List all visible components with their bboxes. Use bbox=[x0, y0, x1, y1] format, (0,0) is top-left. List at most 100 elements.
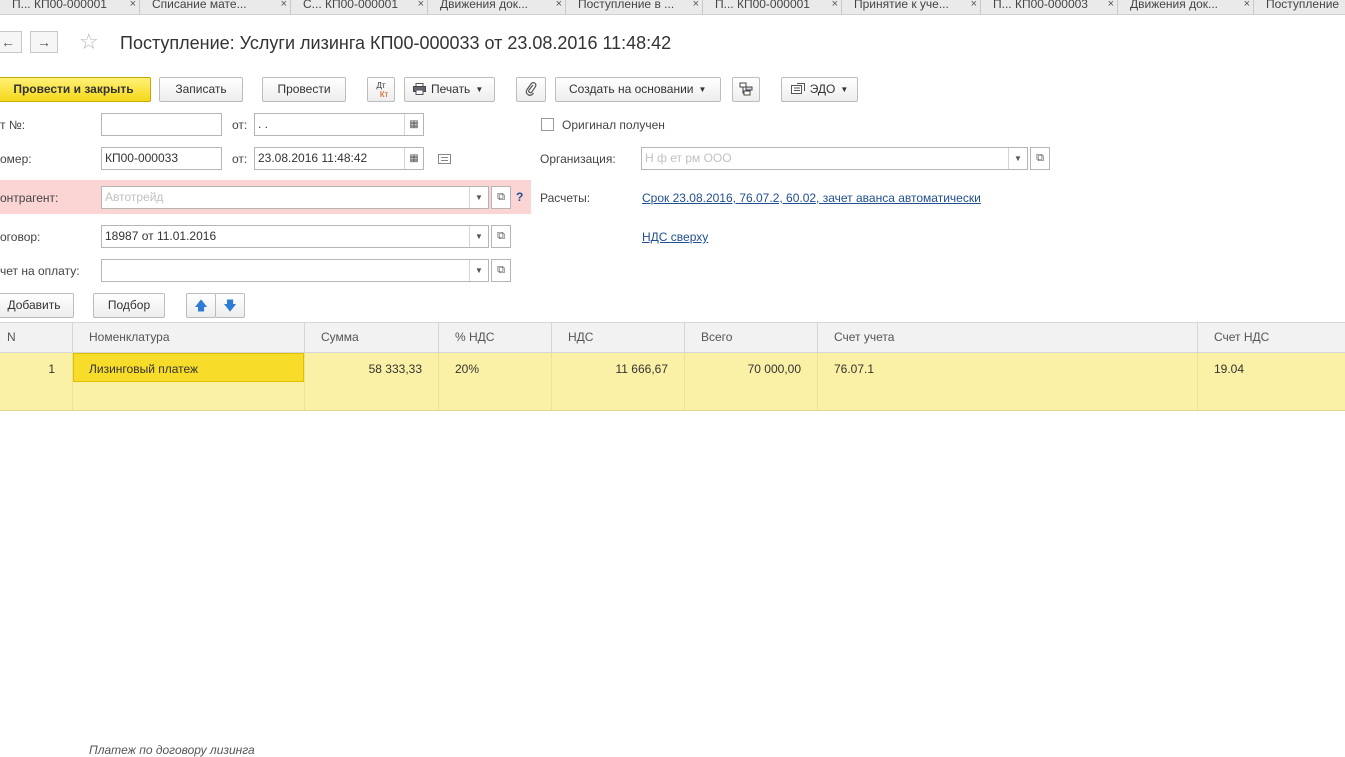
chevron-down-icon[interactable]: ▼ bbox=[469, 260, 488, 281]
move-up-button[interactable]: 🡅 bbox=[186, 293, 216, 318]
invoice-label: чет на оплату: bbox=[0, 264, 80, 278]
tab-label: Принятие к уче... bbox=[854, 0, 949, 11]
act-number-input[interactable] bbox=[101, 113, 222, 136]
open-invoice-button[interactable]: ⧉ bbox=[491, 259, 511, 282]
back-button[interactable]: ← bbox=[0, 31, 22, 53]
tab-item[interactable]: Движения док... × bbox=[1118, 0, 1254, 14]
move-down-button[interactable]: 🡇 bbox=[215, 293, 245, 318]
contractor-input[interactable]: Автотрейд ▼ bbox=[101, 186, 489, 209]
col-vat-account[interactable]: Счет НДС bbox=[1198, 323, 1345, 352]
contract-label: оговор: bbox=[0, 230, 41, 244]
close-icon[interactable]: × bbox=[693, 0, 699, 14]
paperclip-icon bbox=[525, 82, 537, 96]
forward-button[interactable]: → bbox=[30, 31, 58, 53]
close-icon[interactable]: × bbox=[971, 0, 977, 14]
close-icon[interactable]: × bbox=[832, 0, 838, 14]
col-total[interactable]: Всего bbox=[685, 323, 818, 352]
tab-label: Поступление в ... bbox=[578, 0, 675, 11]
close-icon[interactable]: × bbox=[1108, 0, 1114, 14]
number-label: омер: bbox=[0, 152, 32, 166]
create-based-on-button[interactable]: Создать на основании ▼ bbox=[555, 77, 721, 102]
history-icon[interactable] bbox=[438, 153, 451, 167]
tab-label: П... КП00-000001 bbox=[715, 0, 810, 11]
arrow-right-icon: → bbox=[37, 34, 51, 50]
open-icon: ⧉ bbox=[1036, 152, 1044, 164]
close-icon[interactable]: × bbox=[1244, 0, 1250, 14]
tab-item[interactable]: П... КП00-000001 × bbox=[703, 0, 842, 14]
chevron-down-icon[interactable]: ▼ bbox=[469, 226, 488, 247]
tab-item[interactable]: Движения док... × bbox=[428, 0, 566, 14]
post-button[interactable]: Провести bbox=[262, 77, 346, 102]
open-icon: ⧉ bbox=[497, 191, 505, 203]
open-contract-button[interactable]: ⧉ bbox=[491, 225, 511, 248]
tab-item[interactable]: П... КП00-000003 × bbox=[981, 0, 1118, 14]
cell-account[interactable]: 76.07.1 bbox=[818, 353, 1198, 410]
col-vat[interactable]: НДС bbox=[552, 323, 685, 352]
calendar-icon[interactable]: ▦ bbox=[404, 148, 423, 169]
col-n[interactable]: N bbox=[0, 323, 73, 352]
dt-kt-button[interactable]: Дт Кт bbox=[367, 77, 395, 102]
chevron-down-icon: ▼ bbox=[475, 85, 484, 94]
save-button[interactable]: Записать bbox=[159, 77, 243, 102]
col-vat-rate[interactable]: % НДС bbox=[439, 323, 552, 352]
close-icon[interactable]: × bbox=[418, 0, 424, 14]
printer-icon bbox=[413, 83, 426, 95]
post-and-close-button[interactable]: Провести и закрыть bbox=[0, 77, 151, 102]
chevron-down-icon[interactable]: ▼ bbox=[1008, 148, 1027, 169]
favorite-star-icon[interactable]: ☆ bbox=[79, 29, 99, 55]
cell-vat[interactable]: 11 666,67 bbox=[552, 353, 685, 410]
close-icon[interactable]: × bbox=[281, 0, 287, 14]
chevron-down-icon: ▼ bbox=[698, 85, 707, 94]
contract-input[interactable]: 18987 от 11.01.2016 ▼ bbox=[101, 225, 489, 248]
calendar-icon[interactable]: ▦ bbox=[404, 114, 423, 135]
vat-on-top-link[interactable]: НДС сверху bbox=[642, 230, 708, 244]
open-organization-button[interactable]: ⧉ bbox=[1030, 147, 1050, 170]
open-contractor-button[interactable]: ⧉ bbox=[491, 186, 511, 209]
help-icon[interactable]: ? bbox=[516, 190, 523, 204]
cell-n: 1 bbox=[0, 353, 73, 410]
tab-item[interactable]: Списание мате... × bbox=[140, 0, 291, 14]
select-button[interactable]: Подбор bbox=[93, 293, 165, 318]
act-date-input[interactable]: . . ▦ bbox=[254, 113, 424, 136]
col-sum[interactable]: Сумма bbox=[305, 323, 439, 352]
tab-item[interactable]: Поступление bbox=[1254, 0, 1345, 14]
print-label: Печать bbox=[431, 82, 471, 96]
edo-button[interactable]: ЭДО ▼ bbox=[781, 77, 858, 102]
date-input[interactable]: 23.08.2016 11:48:42 ▦ bbox=[254, 147, 424, 170]
invoice-input[interactable]: ▼ bbox=[101, 259, 489, 282]
tab-item[interactable]: П... КП00-000001 × bbox=[0, 0, 140, 14]
original-received-checkbox[interactable] bbox=[541, 118, 554, 131]
close-icon[interactable]: × bbox=[556, 0, 562, 14]
col-nomenclature[interactable]: Номенклатура bbox=[73, 323, 305, 352]
edo-icon bbox=[790, 83, 805, 94]
tab-item[interactable]: С... КП00-000001 × bbox=[291, 0, 428, 14]
tab-label: П... КП00-000001 bbox=[12, 0, 107, 11]
close-icon[interactable]: × bbox=[130, 0, 136, 14]
tab-label: Поступление bbox=[1266, 0, 1340, 11]
table-header: N Номенклатура Сумма % НДС НДС Всего Сче… bbox=[0, 322, 1345, 353]
attach-button[interactable] bbox=[516, 77, 546, 102]
arrow-up-icon: 🡅 bbox=[194, 298, 208, 313]
print-button[interactable]: Печать ▼ bbox=[404, 77, 495, 102]
cell-sum[interactable]: 58 333,33 bbox=[305, 353, 439, 410]
chevron-down-icon[interactable]: ▼ bbox=[469, 187, 488, 208]
add-row-button[interactable]: Добавить bbox=[0, 293, 74, 318]
payments-link[interactable]: Срок 23.08.2016, 76.07.2, 60.02, зачет а… bbox=[642, 191, 981, 205]
table-row[interactable]: 1 Лизинговый платеж Платеж по договору л… bbox=[0, 353, 1345, 757]
cell-vat-account[interactable]: 19.04 bbox=[1198, 353, 1345, 410]
structure-button[interactable] bbox=[732, 77, 760, 102]
create-based-on-label: Создать на основании bbox=[569, 82, 694, 96]
col-account[interactable]: Счет учета bbox=[818, 323, 1198, 352]
tab-item[interactable]: Поступление в ... × bbox=[566, 0, 703, 14]
cell-nomenclature[interactable]: Лизинговый платеж bbox=[73, 353, 304, 382]
dt-kt-icon: Дт Кт bbox=[376, 81, 389, 99]
number-input[interactable]: КП00-000033 bbox=[101, 147, 222, 170]
cell-content[interactable]: Платеж по договору лизинга bbox=[89, 743, 255, 757]
date-label: от: bbox=[232, 152, 248, 166]
tab-label: П... КП00-000003 bbox=[993, 0, 1088, 11]
cell-total[interactable]: 70 000,00 bbox=[685, 353, 818, 410]
tab-item[interactable]: Принятие к уче... × bbox=[842, 0, 981, 14]
organization-input[interactable]: Н ф ет рм ООО ▼ bbox=[641, 147, 1028, 170]
cell-vat-rate[interactable]: 20% bbox=[439, 353, 552, 410]
open-icon: ⧉ bbox=[497, 264, 505, 276]
